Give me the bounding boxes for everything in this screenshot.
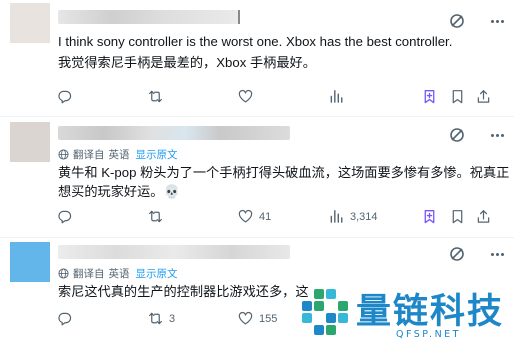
show-original-link[interactable]: 显示原文 xyxy=(136,147,178,162)
avatar[interactable] xyxy=(10,3,50,43)
views-icon xyxy=(330,90,343,103)
username-redacted xyxy=(58,10,238,24)
repost-button[interactable] xyxy=(148,209,169,224)
translated-from-label: 翻译自 xyxy=(73,149,105,161)
reply-icon xyxy=(58,210,72,224)
bookmark-button-active[interactable] xyxy=(422,209,437,224)
post-text-line2: 想买的玩家好运。💀 xyxy=(58,184,180,199)
reply-button[interactable] xyxy=(57,209,78,224)
reply-button[interactable] xyxy=(57,89,78,104)
more-options-icon[interactable] xyxy=(486,247,508,261)
bookmark-button[interactable] xyxy=(450,209,465,224)
bookmark-icon xyxy=(424,210,435,224)
repost-icon xyxy=(149,312,162,325)
more-options-icon[interactable] xyxy=(486,14,508,28)
globe-icon xyxy=(58,149,69,160)
post-1[interactable]: I think sony controller is the worst one… xyxy=(0,0,514,117)
like-button[interactable]: 155 xyxy=(238,311,277,326)
watermark-logo-icon xyxy=(302,289,348,335)
share-button[interactable] xyxy=(476,89,491,104)
grok-icon[interactable] xyxy=(449,246,465,262)
repost-count: 3 xyxy=(169,312,176,325)
views-button[interactable]: 3,314 xyxy=(329,209,378,224)
watermark-title: 量链科技 xyxy=(356,292,505,332)
globe-icon xyxy=(58,268,69,279)
like-icon xyxy=(238,209,253,223)
post-text: 索尼这代真的生产的控制器比游戏还多，这 xyxy=(58,284,309,299)
source-language: 英语 xyxy=(108,268,130,280)
like-icon xyxy=(238,89,253,103)
repost-button[interactable] xyxy=(148,89,169,104)
grok-icon[interactable] xyxy=(449,13,465,29)
bookmark-outline-icon xyxy=(452,210,463,224)
repost-icon xyxy=(149,210,162,223)
more-options-icon[interactable] xyxy=(486,128,508,142)
show-original-link[interactable]: 显示原文 xyxy=(136,266,178,281)
views-button[interactable] xyxy=(329,89,350,104)
like-icon xyxy=(238,311,253,325)
username-redacted xyxy=(58,245,290,259)
translation-note: 翻译自 英语 显示原文 xyxy=(58,266,178,281)
share-icon xyxy=(477,90,490,103)
like-button[interactable]: 41 xyxy=(238,209,271,224)
share-icon xyxy=(477,210,490,223)
post-2[interactable]: 翻译自 英语 显示原文 黄牛和 K-pop 粉头为了一个手柄打得头破血流，这场面… xyxy=(0,117,514,238)
translation-note: 翻译自 英语 显示原文 xyxy=(58,147,178,162)
avatar[interactable] xyxy=(10,122,50,162)
reply-button[interactable] xyxy=(57,311,78,326)
username-redacted xyxy=(58,126,290,140)
repost-icon xyxy=(149,90,162,103)
post-text-line1: 黄牛和 K-pop 粉头为了一个手柄打得头破血流，这场面要多惨有多惨。祝真正 xyxy=(58,165,510,180)
views-icon xyxy=(330,210,343,223)
bookmark-button-active[interactable] xyxy=(422,89,437,104)
translated-from-label: 翻译自 xyxy=(73,268,105,280)
watermark: 量链科技 QFSP.NET xyxy=(294,281,514,344)
like-count: 41 xyxy=(259,210,272,223)
post-text: I think sony controller is the worst one… xyxy=(58,34,453,49)
like-button[interactable] xyxy=(238,89,259,104)
reply-icon xyxy=(58,90,72,104)
bookmark-outline-icon xyxy=(452,90,463,104)
avatar[interactable] xyxy=(10,242,50,282)
like-count: 155 xyxy=(259,312,278,325)
repost-button[interactable]: 3 xyxy=(148,311,175,326)
share-button[interactable] xyxy=(476,209,491,224)
bookmark-icon xyxy=(424,90,435,104)
grok-icon[interactable] xyxy=(449,127,465,143)
bookmark-button[interactable] xyxy=(450,89,465,104)
watermark-subtitle: QFSP.NET xyxy=(396,329,461,340)
redaction-cursor xyxy=(238,10,240,24)
reply-icon xyxy=(58,312,72,326)
views-count: 3,314 xyxy=(350,210,378,223)
source-language: 英语 xyxy=(108,149,130,161)
post-text-translated: 我觉得索尼手柄是最差的，Xbox 手柄最好。 xyxy=(58,55,316,70)
